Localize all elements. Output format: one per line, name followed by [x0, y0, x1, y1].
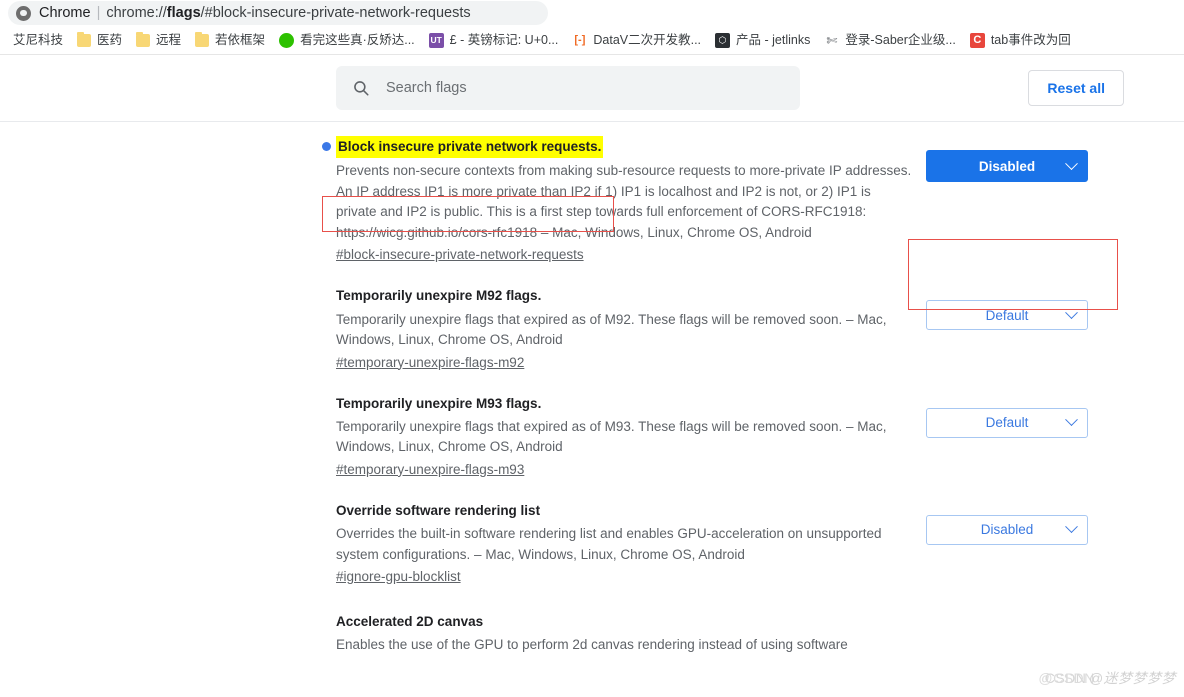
flag-description: Prevents non-secure contexts from making…: [336, 163, 912, 240]
sword-icon: ✄: [824, 32, 840, 48]
flag-title: Temporarily unexpire M92 flags.: [336, 288, 542, 304]
search-icon: [354, 81, 369, 96]
bookmark-label: 若依框架: [215, 32, 266, 47]
flag-description: Overrides the built-in software renderin…: [336, 526, 882, 562]
flag-state-value: Disabled: [980, 522, 1034, 538]
bookmark-label: tab事件改为回: [990, 32, 1071, 47]
chevron-down-icon: [1065, 413, 1078, 427]
bookmark-item[interactable]: UT £ - 英镑标记: U+0...: [422, 30, 566, 51]
csdn-watermark: CSDN@CSDN@迷梦梦梦梦: [1038, 668, 1176, 688]
flag-title: Block insecure private network requests.: [336, 136, 604, 159]
flag-content: Block insecure private network requests.…: [322, 122, 922, 264]
bracket-icon: [-]: [572, 32, 588, 48]
flag-state-value: Default: [985, 415, 1029, 430]
watermark-part-2: @CSDN: [1038, 670, 1095, 686]
flags-page: Reset all Block insecure private network…: [0, 55, 1184, 697]
flag-state-select[interactable]: Disabled: [926, 150, 1088, 182]
flag-modified-dot: [322, 142, 331, 151]
flag-permalink[interactable]: #ignore-gpu-blocklist: [336, 569, 461, 584]
bookmark-label: 远程: [156, 32, 182, 47]
flag-description: Temporarily unexpire flags that expired …: [336, 311, 887, 348]
chevron-down-icon: [1065, 306, 1078, 319]
reset-all-button[interactable]: Reset all: [1028, 70, 1124, 106]
flag-select-wrap: Disabled: [926, 479, 1088, 545]
bookmark-item[interactable]: 医药: [70, 31, 129, 50]
bookmark-label: 看完这些真·反矫达...: [300, 32, 415, 47]
flags-list: Block insecure private network requests.…: [0, 122, 1184, 656]
flag-title: Temporarily unexpire M93 flags.: [336, 395, 542, 411]
flag-title: Accelerated 2D canvas: [336, 614, 484, 629]
flag-state-select[interactable]: Disabled: [926, 514, 1088, 545]
bookmark-item[interactable]: 远程: [129, 31, 188, 50]
flag-title-wrap: Block insecure private network requests.: [322, 136, 922, 159]
chevron-down-icon: [1065, 156, 1078, 170]
flag-state-select[interactable]: Default: [926, 300, 1088, 331]
search-input[interactable]: [384, 79, 784, 97]
wechat-icon: [279, 32, 295, 48]
flag-row: Accelerated 2D canvas Enables the use of …: [0, 586, 1184, 656]
bookmark-item[interactable]: ⬡ 产品 - jetlinks: [708, 30, 817, 51]
browser-toolbar: Chrome | chrome://flags/#block-insecure-…: [0, 0, 1184, 26]
bookmark-item[interactable]: 若依框架: [188, 31, 272, 50]
flag-row: Block insecure private network requests.…: [0, 122, 1184, 264]
bookmark-label: 产品 - jetlinks: [736, 32, 811, 47]
url-prefix: chrome://: [106, 5, 167, 21]
flag-title-wrap: Accelerated 2D canvas: [336, 612, 922, 632]
jetlinks-icon: ⬡: [715, 32, 731, 48]
flag-select-wrap: Default: [926, 372, 1088, 438]
flag-state-value: Disabled: [978, 158, 1036, 174]
bookmark-label: 登录-Saber企业级...: [845, 32, 956, 47]
bookmarks-bar: 艾尼科技 医药 远程 若依框架 看完这些真·反矫达... UT £ - 英镑标记: U+0.…: [0, 26, 1184, 54]
flag-title: Override software rendering list: [336, 502, 541, 518]
bookmark-label: DataV二次开发教...: [593, 32, 702, 47]
flag-select-wrap: Default: [926, 264, 1088, 331]
bookmark-item[interactable]: ✄ 登录-Saber企业级...: [817, 30, 962, 51]
folder-icon: [77, 31, 92, 47]
flag-row: Override software rendering list Override…: [0, 479, 1184, 586]
flag-row: Temporarily unexpire M93 flags. Temporari…: [0, 372, 1184, 479]
flag-state-select[interactable]: Default: [926, 407, 1088, 438]
bookmark-label: £ - 英镑标记: U+0...: [449, 32, 559, 47]
address-bar[interactable]: Chrome | chrome://flags/#block-insecure-…: [8, 1, 548, 25]
flag-permalink[interactable]: #temporary-unexpire-flags-m93: [336, 462, 524, 477]
bookmark-item[interactable]: 看完这些真·反矫达...: [272, 30, 422, 51]
folder-icon: [195, 31, 210, 47]
flag-content: Accelerated 2D canvas Enables the use of …: [336, 586, 922, 656]
flags-search-row: Reset all: [0, 55, 1184, 121]
omnibox-separator: |: [96, 5, 101, 21]
flag-title-wrap: Override software rendering list: [336, 501, 922, 521]
watermark-part-3: @迷梦梦梦梦: [1088, 670, 1176, 686]
flag-title-wrap: Temporarily unexpire M92 flags.: [336, 286, 922, 306]
bookmark-item[interactable]: [-] DataV二次开发教...: [565, 30, 708, 51]
flag-description: Enables the use of the GPU to perform 2d…: [336, 637, 848, 653]
url-bold-part: flags: [166, 5, 201, 21]
bookmark-item[interactable]: Ctab事件改为回: [963, 30, 1078, 51]
flag-permalink[interactable]: #temporary-unexpire-flags-m92: [336, 355, 524, 370]
flag-title-wrap: Temporarily unexpire M93 flags.: [336, 394, 922, 414]
folder-icon: [136, 31, 151, 47]
url-suffix: /#block-insecure-private-network-request…: [200, 5, 471, 21]
bookmark-item[interactable]: 艾尼科技: [6, 31, 70, 50]
flag-row: Temporarily unexpire M92 flags. Temporari…: [0, 264, 1184, 371]
bookmark-label: 艾尼科技: [13, 32, 64, 47]
flag-content: Temporarily unexpire M93 flags. Temporari…: [336, 372, 922, 479]
ut-icon: UT: [428, 32, 444, 48]
search-box[interactable]: [336, 66, 800, 110]
omnibox-url-text: chrome://flags/#block-insecure-private-n…: [106, 5, 470, 21]
omnibox-brand-label: Chrome: [39, 5, 91, 21]
flag-content: Temporarily unexpire M92 flags. Temporari…: [336, 264, 922, 371]
csdn-icon: C: [969, 32, 985, 48]
bookmark-label: 医药: [97, 32, 123, 47]
chrome-logo-icon: [16, 5, 31, 21]
flag-select-wrap: Disabled: [926, 122, 1088, 182]
flag-permalink[interactable]: #block-insecure-private-network-requests: [336, 247, 584, 262]
flag-state-value: Default: [985, 307, 1029, 323]
flag-description: Temporarily unexpire flags that expired …: [336, 418, 887, 455]
chevron-down-icon: [1065, 520, 1078, 534]
flag-content: Override software rendering list Override…: [336, 479, 922, 586]
